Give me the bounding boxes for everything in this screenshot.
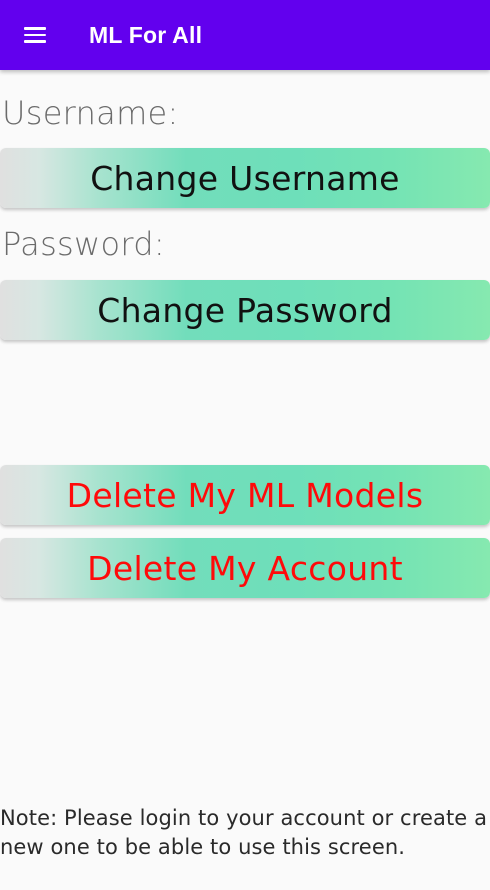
username-label: Username: <box>2 94 179 132</box>
hamburger-menu-icon[interactable] <box>24 27 46 43</box>
delete-ml-models-button[interactable]: Delete My ML Models <box>0 465 490 525</box>
login-note: Note: Please login to your account or cr… <box>0 806 488 859</box>
app-title: ML For All <box>89 22 203 48</box>
change-password-button[interactable]: Change Password <box>0 280 490 340</box>
delete-account-button[interactable]: Delete My Account <box>0 538 490 598</box>
app-bar: ML For All <box>0 0 490 70</box>
change-username-button[interactable]: Change Username <box>0 148 490 208</box>
password-label: Password: <box>2 225 165 263</box>
